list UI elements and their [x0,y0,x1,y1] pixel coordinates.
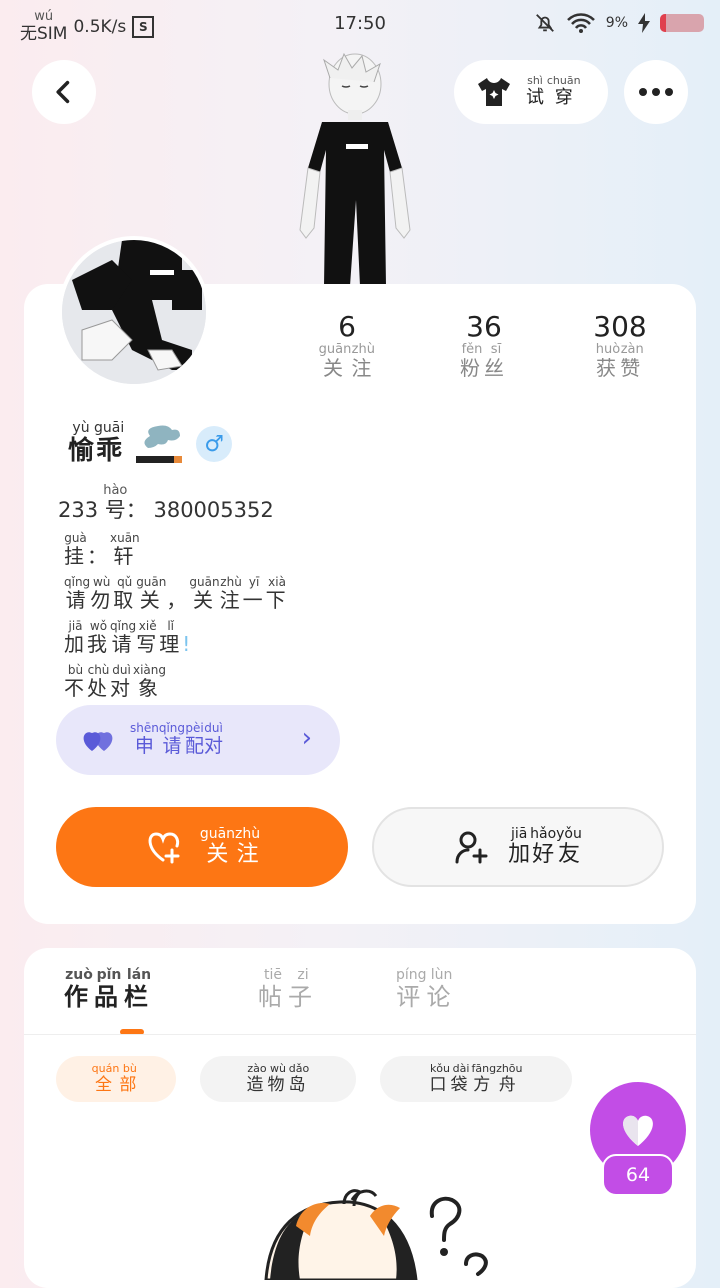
wifi-icon [566,13,595,33]
gender-male-icon: ♂ [196,426,233,462]
character-figure[interactable] [290,50,420,286]
bio-line: 请qǐng勿wù取qǔ关guān，关guān注zhù一yī下xià [64,575,289,612]
bio-line: 加jiā我wǒ请qǐng写xiě理lǐ! [64,619,194,656]
shirt-sparkle-icon [478,78,510,106]
bio-line: 挂guà：轩xuān [64,531,140,568]
apply-pair-label: 申shēn请qǐng配pèi对duì [130,721,224,757]
stat-following[interactable]: 6 关guān注zhù [287,310,407,381]
filter-creation-island[interactable]: 造zào 物wù 岛dǎo [200,1056,356,1102]
stat-fans-value: 36 [466,310,502,343]
chevron-right-icon: › [301,723,312,753]
id-hao: 号hào [103,483,128,522]
like-count: 64 [602,1154,674,1196]
status-right: 9% [534,12,704,34]
user-plus-icon [455,831,488,864]
battery-percent: 9% [605,15,628,31]
add-friend-label: 加jiā好hǎo友yǒu [508,825,582,867]
tab-comments[interactable]: 评píng论lùn [396,967,457,1012]
id-number: 380005352 [153,498,274,522]
tab-posts[interactable]: 帖tiē子zi [258,967,318,1012]
stat-likes-value: 308 [593,310,647,343]
avatar-image [62,240,206,384]
profile-name-row: 愉yù乖guāi ♂ [68,420,233,468]
back-button[interactable] [32,60,96,124]
try-on-label: 试shì 穿chuān [526,74,581,108]
heart-icon [623,1115,653,1146]
follow-label: 关guān注zhù [199,825,261,867]
apply-pair-button[interactable]: 申shēn请qǐng配pèi对duì › [56,705,340,775]
more-button[interactable] [624,60,688,124]
add-friend-button[interactable]: 加jiā好hǎo友yǒu [372,807,664,887]
try-on-button[interactable]: 试shì 穿chuān [454,60,608,124]
id-prefix: 233 [58,498,99,522]
stat-following-label: 关guān注zhù [318,342,376,380]
profile-name: 愉yù乖guāi [68,420,125,466]
empty-state-illustration [264,1189,488,1280]
stat-following-value: 6 [338,310,356,343]
avatar[interactable] [58,236,210,388]
stat-likes[interactable]: 308 获huò赞zàn [560,310,680,381]
filter-pocket-ark[interactable]: 口kǒu 袋dài 方fāng 舟zhōu [380,1056,572,1102]
battery-icon [660,14,704,32]
filter-all[interactable]: 全quán 部bù [56,1056,176,1102]
follow-button[interactable]: 关guān注zhù [56,807,348,887]
id-separator: ： [125,498,147,522]
smoke-cigarette-icon [136,425,183,463]
charging-icon [638,13,650,33]
stat-likes-label: 获huò赞zàn [595,342,645,380]
user-id-line[interactable]: 233 号hào： 380005352 [58,483,274,524]
tab-works[interactable]: 作zuò品pǐn栏lán [64,967,154,1012]
heart-plus-icon [148,832,180,864]
bio-line: 不bù处chù对duì象xiàng [64,663,167,700]
tabs-divider [24,1034,696,1035]
status-bar: 无SIMwú 0.5K/s S 17:50 9% [0,0,720,48]
bio-text: 挂guà：轩xuān 请qǐng勿wù取qǔ关guān，关guān注zhù一yī… [64,531,289,708]
more-dots-icon [639,88,673,96]
stat-fans-label: 粉fěn丝sī [460,342,508,380]
chevron-left-icon [56,80,70,104]
stat-fans[interactable]: 36 粉fěn丝sī [424,310,544,381]
double-heart-icon [83,732,113,751]
bell-off-icon [535,14,554,32]
